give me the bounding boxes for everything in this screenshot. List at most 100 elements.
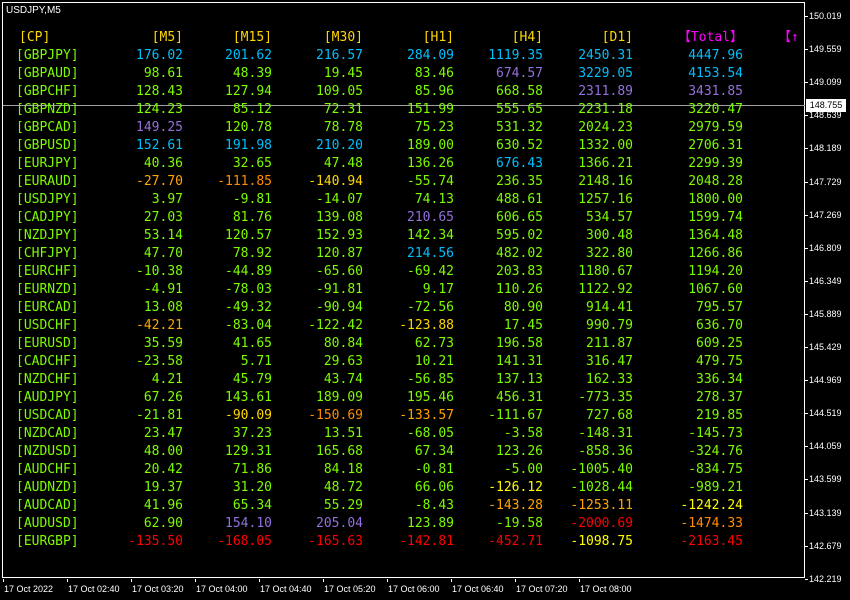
total-value: -834.75 xyxy=(688,462,743,477)
price-tick-label: 149.099 xyxy=(809,77,842,88)
strength-value: 10.21 xyxy=(414,354,454,369)
strength-value: -44.89 xyxy=(225,264,272,279)
strength-value: -1005.40 xyxy=(570,462,633,477)
strength-value: 136.26 xyxy=(407,156,454,171)
total-value: 795.57 xyxy=(696,300,743,315)
pair-label: [NZDCAD] xyxy=(16,426,79,441)
strength-value: 71.86 xyxy=(232,462,272,477)
pair-label: [AUDUSD] xyxy=(16,516,79,531)
price-tickmark xyxy=(805,545,808,547)
strength-value: 2231.18 xyxy=(578,102,633,117)
strength-value: -122.42 xyxy=(308,318,363,333)
pair-label: [AUDCAD] xyxy=(16,498,79,513)
strength-value: 210.65 xyxy=(407,210,454,225)
strength-value: 43.74 xyxy=(323,372,363,387)
strength-value: -23.58 xyxy=(136,354,183,369)
pair-label: [USDCHF] xyxy=(16,318,79,333)
total-value: 1194.20 xyxy=(688,264,743,279)
strength-value: -90.09 xyxy=(225,408,272,423)
total-value: 3431.85 xyxy=(688,84,743,99)
strength-value: -140.94 xyxy=(308,174,363,189)
pair-label: [GBPCHF] xyxy=(16,84,79,99)
time-tick-label: 17 Oct 2022 xyxy=(4,584,54,594)
strength-value: 210.20 xyxy=(316,138,363,153)
strength-value: 176.02 xyxy=(136,48,183,63)
strength-value: -91.81 xyxy=(316,282,363,297)
strength-value: -1098.75 xyxy=(570,534,633,549)
strength-value: 2024.23 xyxy=(578,120,633,135)
strength-value: 214.56 xyxy=(407,246,454,261)
pair-label: [AUDCHF] xyxy=(16,462,79,477)
pair-label: [EURUSD] xyxy=(16,336,79,351)
price-tickmark xyxy=(805,49,808,51)
strength-value: 1180.67 xyxy=(578,264,633,279)
pair-label: [USDJPY] xyxy=(16,192,79,207)
strength-value: 13.51 xyxy=(323,426,363,441)
strength-value: -135.50 xyxy=(128,534,183,549)
strength-value: 990.79 xyxy=(586,318,633,333)
strength-value: -111.67 xyxy=(488,408,543,423)
strength-value: 482.02 xyxy=(496,246,543,261)
pair-label: [NZDUSD] xyxy=(16,444,79,459)
pair-label: [AUDNZD] xyxy=(16,480,79,495)
pair-label: [EURGBP] xyxy=(16,534,79,549)
strength-value: -10.38 xyxy=(136,264,183,279)
time-tickmark xyxy=(515,579,516,582)
time-tickmark xyxy=(67,579,68,582)
price-tickmark xyxy=(805,578,808,580)
price-tickmark xyxy=(805,280,808,282)
strength-value: 65.34 xyxy=(232,498,272,513)
strength-value: -142.81 xyxy=(399,534,454,549)
strength-value: 80.84 xyxy=(323,336,363,351)
price-tick-label: 142.219 xyxy=(809,573,842,584)
strength-value: 13.08 xyxy=(143,300,183,315)
time-tick-label: 17 Oct 04:40 xyxy=(260,584,312,594)
strength-value: 35.59 xyxy=(143,336,183,351)
price-tickmark xyxy=(805,479,808,481)
time-tickmark xyxy=(131,579,132,582)
strength-value: -8.43 xyxy=(414,498,454,513)
strength-value: 74.13 xyxy=(414,192,454,207)
strength-value: 98.61 xyxy=(143,66,183,81)
strength-value: -27.70 xyxy=(136,174,183,189)
price-axis[interactable]: 150.019 149.559 149.099 148.639 148.189 147.7… xyxy=(805,0,850,600)
price-tickmark xyxy=(805,181,808,183)
strength-value: -111.85 xyxy=(217,174,272,189)
strength-value: 676.43 xyxy=(496,156,543,171)
strength-value: 67.34 xyxy=(414,444,454,459)
strength-value: 606.65 xyxy=(496,210,543,225)
pair-label: [CADCHF] xyxy=(16,354,79,369)
strength-value: -168.05 xyxy=(217,534,272,549)
strength-value: 124.23 xyxy=(136,102,183,117)
strength-value: 191.98 xyxy=(225,138,272,153)
current-price-label: 148.755 xyxy=(806,99,846,112)
strength-value: 32.65 xyxy=(232,156,272,171)
pair-label: [EURNZD] xyxy=(16,282,79,297)
strength-value: 40.36 xyxy=(143,156,183,171)
pair-label: [EURAUD] xyxy=(16,174,79,189)
strength-value: 75.23 xyxy=(414,120,454,135)
total-value: 278.37 xyxy=(696,390,743,405)
price-tick-label: 143.599 xyxy=(809,474,842,485)
strength-value: 17.45 xyxy=(503,318,543,333)
strength-value: 81.76 xyxy=(232,210,272,225)
strength-value: -2000.69 xyxy=(570,516,633,531)
pair-label: [GBPJPY] xyxy=(16,48,79,63)
strength-value: 668.58 xyxy=(496,84,543,99)
pair-label: [EURCHF] xyxy=(16,264,79,279)
column-header: [CP] xyxy=(19,30,51,45)
strength-value: 19.37 xyxy=(143,480,183,495)
pair-label: [GBPNZD] xyxy=(16,102,79,117)
column-header: [D1] xyxy=(601,30,633,45)
strength-value: 151.99 xyxy=(407,102,454,117)
pair-label: [EURJPY] xyxy=(16,156,79,171)
strength-value: 48.00 xyxy=(143,444,183,459)
strength-value: 109.05 xyxy=(316,84,363,99)
time-axis[interactable]: 17 Oct 2022 17 Oct 02:40 17 Oct 03:20 17 Oc… xyxy=(0,579,805,600)
price-tick-label: 144.969 xyxy=(809,375,842,386)
strength-value: 205.04 xyxy=(316,516,363,531)
strength-value: 139.08 xyxy=(316,210,363,225)
total-value: 2979.59 xyxy=(688,120,743,135)
strength-value: -165.63 xyxy=(308,534,363,549)
strength-value: 236.35 xyxy=(496,174,543,189)
